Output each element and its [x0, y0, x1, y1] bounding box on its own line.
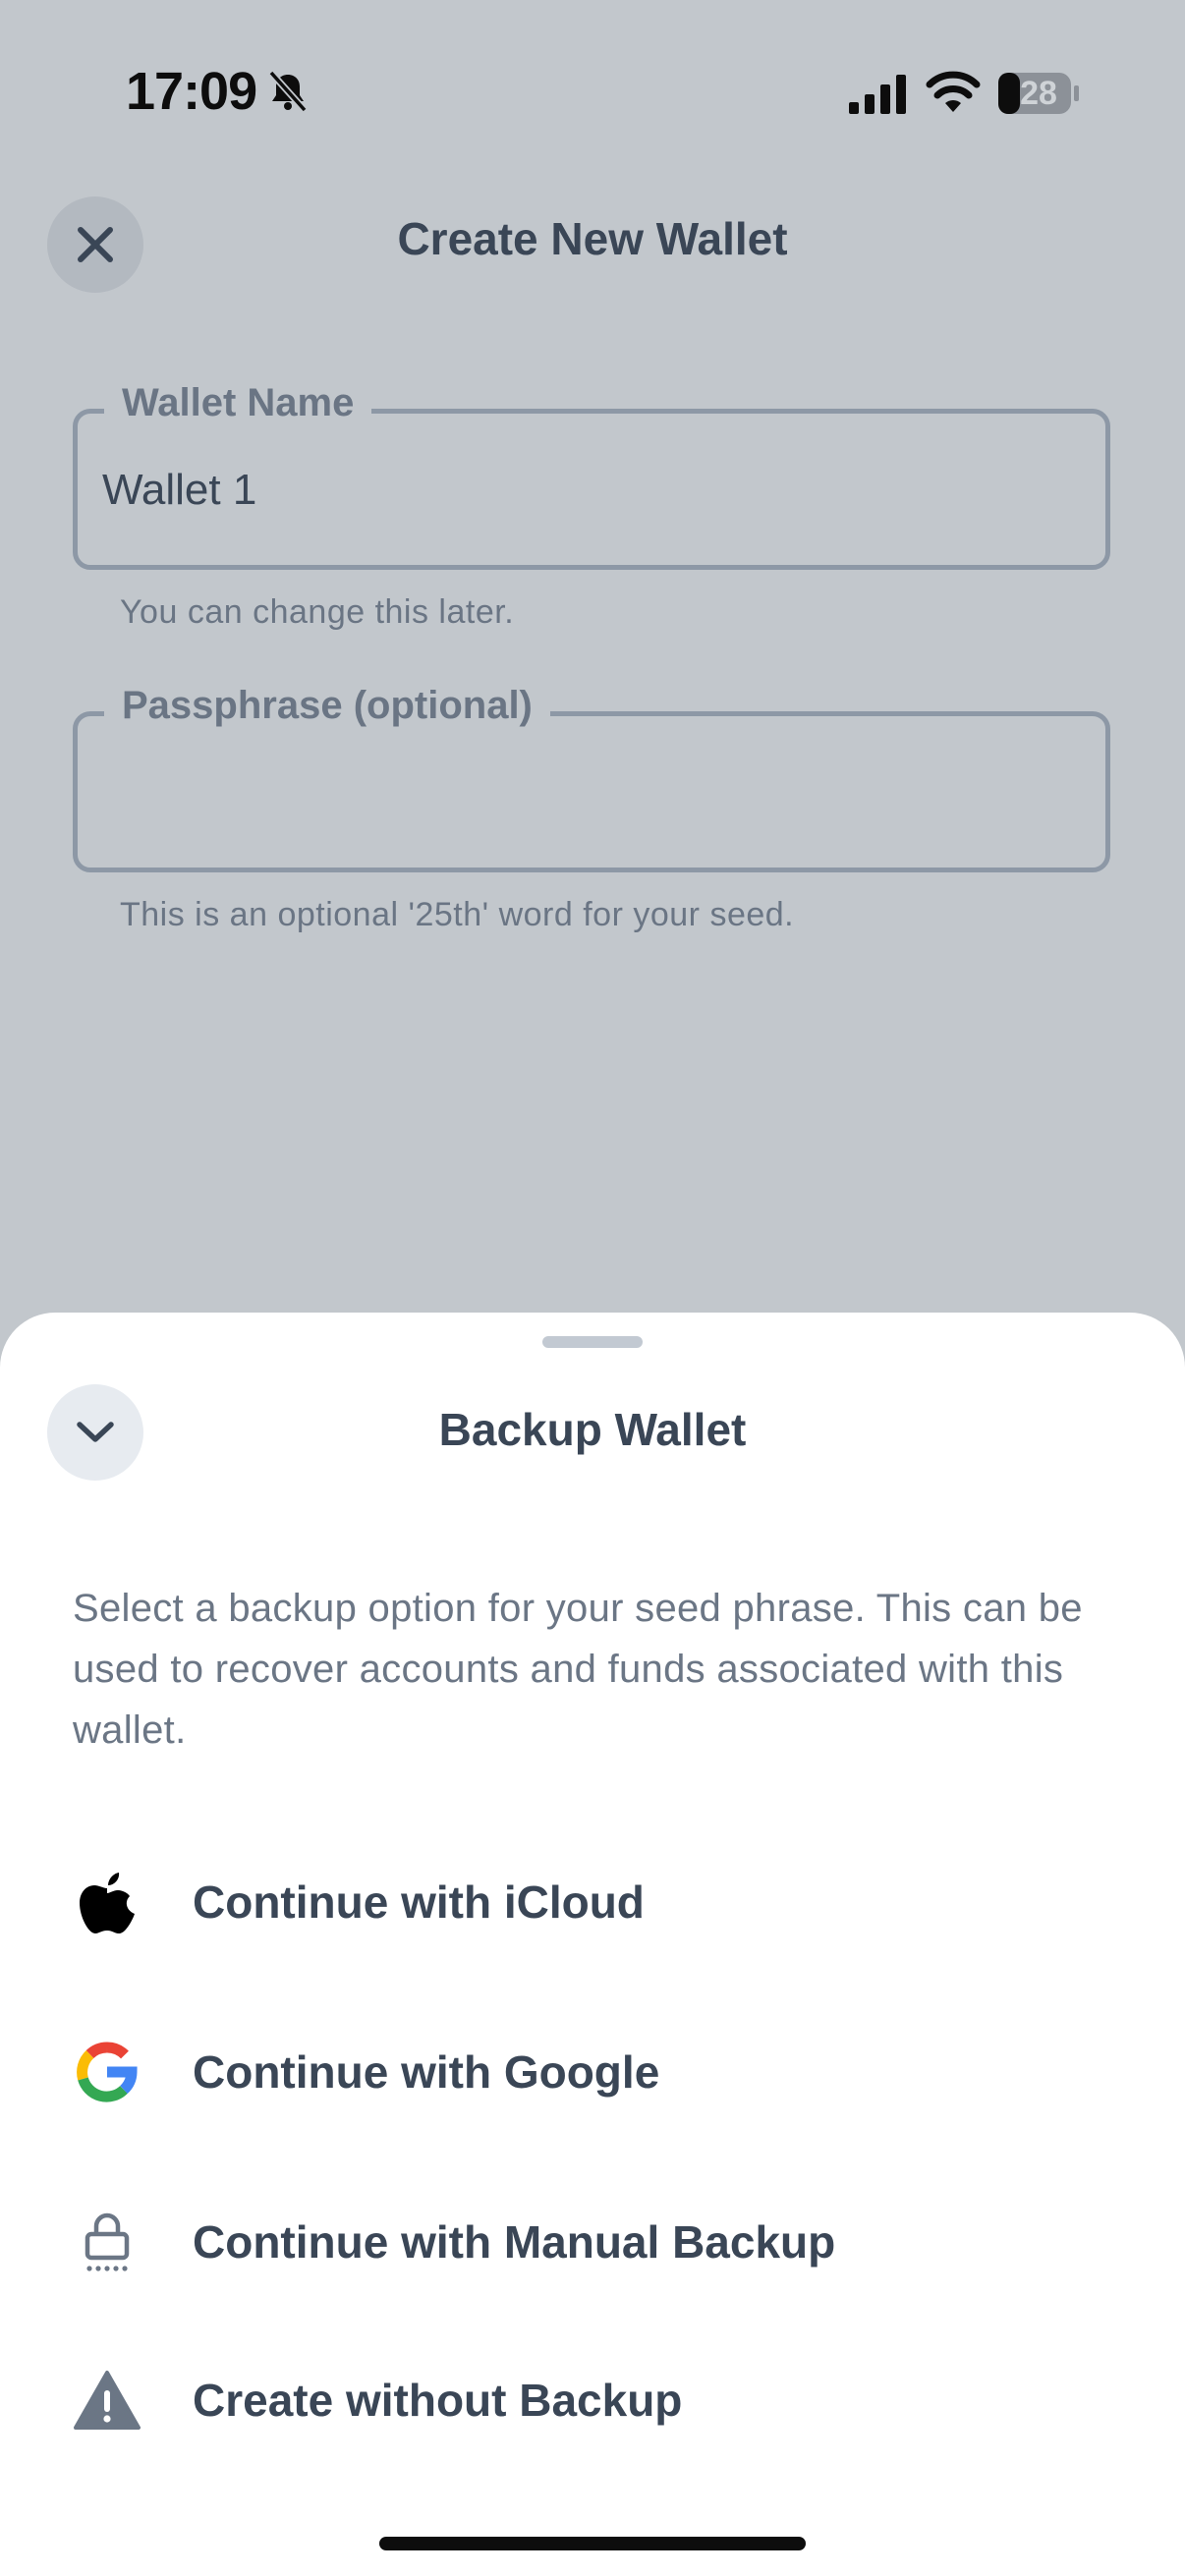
option-icloud[interactable]: Continue with iCloud	[0, 1843, 1185, 1961]
bell-slash-icon	[268, 70, 308, 113]
option-google[interactable]: Continue with Google	[0, 2013, 1185, 2131]
warning-icon	[73, 2366, 141, 2435]
option-no-backup[interactable]: Create without Backup	[0, 2341, 1185, 2459]
option-google-label: Continue with Google	[193, 2046, 660, 2098]
wallet-name-label: Wallet Name	[104, 381, 372, 425]
google-icon	[73, 2038, 141, 2106]
lock-icon	[73, 2208, 141, 2276]
sheet-description: Select a backup option for your seed phr…	[73, 1587, 1083, 1752]
passphrase-field[interactable]	[73, 711, 1110, 872]
option-manual[interactable]: Continue with Manual Backup	[0, 2183, 1185, 2301]
battery-level: 28	[1020, 75, 1057, 112]
option-icloud-label: Continue with iCloud	[193, 1876, 645, 1928]
cellular-signal-icon	[849, 75, 906, 114]
sheet-grabber[interactable]	[542, 1336, 643, 1348]
passphrase-helper: This is an optional '25th' word for your…	[120, 896, 795, 933]
home-indicator	[379, 2537, 806, 2550]
wifi-icon	[926, 71, 981, 112]
wallet-name-value[interactable]: Wallet 1	[102, 466, 256, 515]
passphrase-label: Passphrase (optional)	[104, 684, 550, 728]
battery-icon: 28	[996, 71, 1081, 116]
page-title: Create New Wallet	[397, 213, 788, 264]
sheet-title: Backup Wallet	[438, 1404, 747, 1455]
option-no-backup-label: Create without Backup	[193, 2375, 683, 2426]
wallet-name-helper: You can change this later.	[120, 593, 515, 631]
option-manual-label: Continue with Manual Backup	[193, 2216, 836, 2268]
status-time: 17:09	[126, 62, 257, 121]
apple-icon	[73, 1868, 141, 1936]
